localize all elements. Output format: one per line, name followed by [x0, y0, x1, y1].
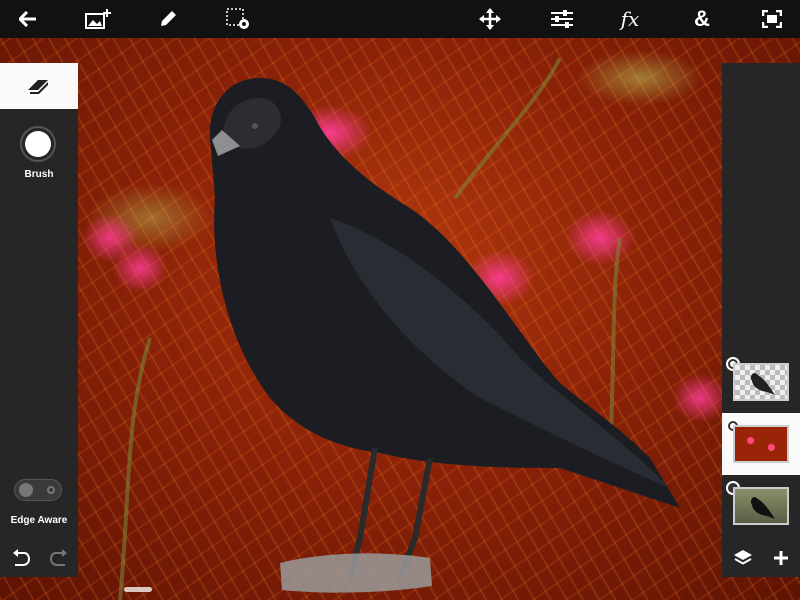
- add-image-icon: [85, 9, 111, 29]
- move-arrows-icon: [479, 8, 501, 30]
- text-label: &: [694, 6, 710, 31]
- layer-item-crow-cutout[interactable]: [722, 351, 800, 413]
- add-image-button[interactable]: [80, 0, 116, 38]
- pencil-icon: [161, 11, 176, 26]
- brush-button[interactable]: [20, 126, 56, 162]
- top-toolbar: fx &: [0, 0, 800, 38]
- layers-stack-icon: [734, 550, 752, 565]
- eraser-icon: [28, 80, 48, 94]
- fullscreen-button[interactable]: [754, 0, 790, 38]
- move-button[interactable]: [472, 0, 508, 38]
- crow-thumbnail-icon: [751, 497, 775, 519]
- photo-canvas[interactable]: [0, 38, 800, 600]
- redo-icon: [49, 549, 67, 566]
- layers-button[interactable]: [728, 543, 758, 573]
- draw-button[interactable]: [150, 0, 186, 38]
- eraser-tool-tab[interactable]: [0, 63, 78, 109]
- adjustments-button[interactable]: [544, 0, 580, 38]
- add-layer-button[interactable]: [766, 543, 796, 573]
- sliders-icon: [551, 10, 573, 28]
- selection-settings-icon: [226, 8, 249, 29]
- redo-button[interactable]: [44, 543, 74, 573]
- layers-panel: [722, 63, 800, 577]
- undo-button[interactable]: [6, 543, 36, 573]
- tool-panel: Brush Edge Aware: [0, 63, 78, 577]
- brush-label: Brush: [24, 169, 54, 180]
- undo-icon: [13, 549, 31, 566]
- edge-aware-label: Edge Aware: [10, 515, 68, 526]
- layer-item-original-photo[interactable]: [722, 475, 800, 537]
- brush-size-preview: [25, 131, 51, 157]
- crow-image: [118, 57, 680, 600]
- effects-label: fx: [620, 7, 640, 31]
- toggle-off-indicator: [47, 486, 55, 494]
- back-arrow-icon: [19, 11, 36, 27]
- selection-settings-button[interactable]: [220, 0, 256, 38]
- layer-thumbnail: [733, 487, 789, 525]
- text-button[interactable]: &: [684, 0, 720, 38]
- plus-icon: [774, 551, 788, 565]
- canvas-drag-handle[interactable]: [124, 587, 152, 592]
- layer-thumbnail: [733, 363, 789, 401]
- crow-thumbnail-icon: [751, 373, 775, 395]
- toggle-knob: [19, 483, 33, 497]
- layer-thumbnail: [733, 425, 789, 463]
- edge-aware-toggle[interactable]: [14, 479, 62, 501]
- effects-button[interactable]: fx: [612, 0, 648, 38]
- fullscreen-icon: [762, 10, 782, 28]
- back-button[interactable]: [10, 0, 46, 38]
- layer-item-red-flowers[interactable]: [722, 413, 800, 475]
